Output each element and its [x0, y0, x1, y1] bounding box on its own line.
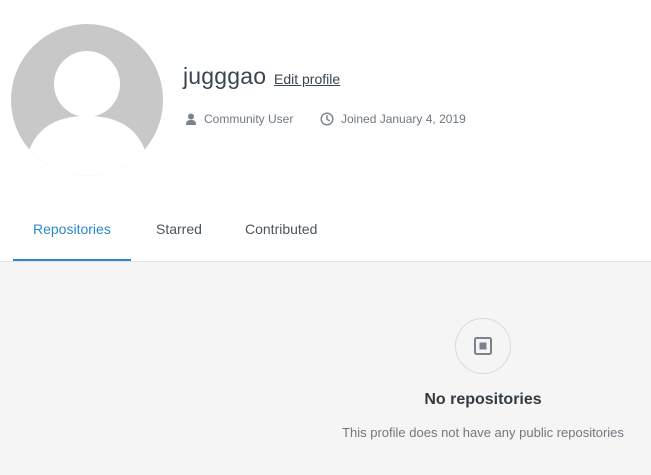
edit-profile-link[interactable]: Edit profile — [274, 71, 340, 87]
empty-state-badge — [455, 318, 511, 374]
user-role: Community User — [185, 112, 293, 126]
user-role-label: Community User — [204, 112, 294, 126]
profile-tabs: Repositories Starred Contributed — [0, 205, 651, 262]
joined-date: Joined January 4, 2019 — [320, 112, 466, 126]
tab-repositories[interactable]: Repositories — [13, 205, 131, 261]
empty-state-description: This profile does not have any public re… — [342, 425, 624, 440]
username: jugggao — [183, 63, 267, 89]
empty-state-title: No repositories — [424, 391, 542, 408]
repositories-panel: No repositories This profile does not ha… — [0, 262, 651, 475]
person-icon — [186, 113, 196, 125]
profile-page: jugggao Edit profile Community User Join… — [0, 0, 651, 475]
avatar — [11, 24, 163, 176]
default-user-icon — [25, 51, 149, 176]
clock-icon — [320, 112, 334, 126]
tab-starred[interactable]: Starred — [136, 205, 222, 259]
tab-contributed[interactable]: Contributed — [225, 205, 337, 259]
repository-icon — [474, 337, 492, 355]
joined-date-label: Joined January 4, 2019 — [341, 112, 466, 126]
